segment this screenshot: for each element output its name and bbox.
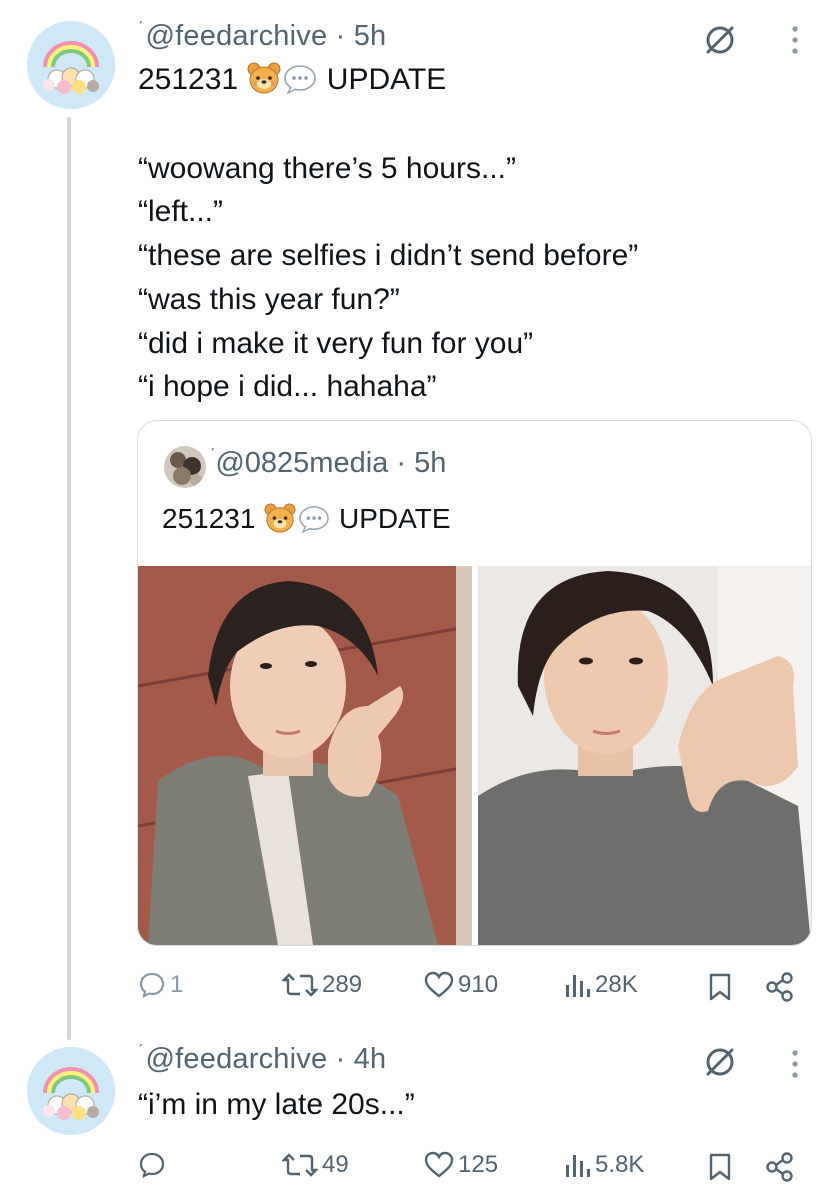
post-handle[interactable]: @feedarchive bbox=[146, 1043, 328, 1075]
bear-face-icon bbox=[264, 503, 296, 540]
repost-icon bbox=[282, 1153, 318, 1177]
dash-mark-icon: ˊ bbox=[138, 1043, 144, 1060]
repost-count: 49 bbox=[322, 1151, 349, 1178]
share-icon[interactable] bbox=[763, 971, 795, 1003]
quoted-handle[interactable]: @0825media bbox=[215, 447, 388, 479]
slash-circle-icon[interactable] bbox=[700, 1042, 740, 1082]
post-handle[interactable]: @feedarchive bbox=[146, 20, 328, 52]
heart-icon bbox=[424, 971, 454, 998]
like-count: 125 bbox=[458, 1151, 499, 1178]
dot-separator: · bbox=[388, 447, 415, 479]
post-text-line: “did i make it very fun for you” bbox=[138, 327, 534, 360]
avatar-image bbox=[27, 21, 115, 109]
reply-button[interactable]: 1 bbox=[138, 971, 183, 999]
dot-separator: · bbox=[327, 1043, 354, 1075]
repost-icon bbox=[282, 973, 318, 997]
views-chart-icon bbox=[566, 1155, 590, 1177]
post-author-header[interactable]: ˊ@feedarchive · 5h bbox=[138, 20, 386, 53]
bookmark-icon[interactable] bbox=[705, 1152, 735, 1182]
post-time[interactable]: 5h bbox=[354, 20, 387, 52]
reply-button[interactable] bbox=[138, 1151, 170, 1179]
like-button[interactable]: 910 bbox=[424, 971, 498, 999]
avatar[interactable] bbox=[27, 21, 115, 109]
dash-mark-icon: ˊ bbox=[138, 20, 144, 37]
post-author-header[interactable]: ˊ@feedarchive · 4h bbox=[138, 1043, 386, 1076]
views-count: 5.8K bbox=[595, 1151, 645, 1178]
post-text-line: “left...” bbox=[138, 195, 224, 228]
share-icon[interactable] bbox=[763, 1151, 795, 1183]
more-options-icon[interactable] bbox=[780, 22, 810, 58]
views-button[interactable]: 28K bbox=[563, 971, 638, 999]
post-text-line: “i hope i did... hahaha” bbox=[138, 370, 437, 403]
quoted-post-card[interactable]: ˊ@0825media · 5h 251231 UPDATE bbox=[137, 420, 812, 946]
avatar[interactable] bbox=[27, 1047, 115, 1135]
bookmark-icon[interactable] bbox=[705, 972, 735, 1002]
post-text-line: “these are selfies i didn’t send before” bbox=[138, 239, 639, 272]
repost-button[interactable]: 49 bbox=[282, 1151, 349, 1179]
reply-count: 1 bbox=[170, 971, 184, 998]
like-count: 910 bbox=[458, 971, 499, 998]
selfie-photo-1[interactable] bbox=[138, 566, 472, 945]
reply-icon bbox=[139, 972, 165, 999]
quoted-text: 251231 UPDATE bbox=[162, 503, 451, 540]
post-text-line: “was this year fun?” bbox=[138, 283, 400, 316]
post-time[interactable]: 4h bbox=[354, 1043, 387, 1075]
bear-face-icon bbox=[247, 62, 281, 106]
repost-count: 289 bbox=[322, 971, 363, 998]
post-text-title: 251231 UPDATE bbox=[138, 58, 446, 106]
dot-separator: · bbox=[327, 20, 354, 52]
thread-connector-line bbox=[67, 117, 71, 1040]
post-text-line: “woowang there’s 5 hours...” bbox=[138, 152, 516, 185]
selfie-photo-2[interactable] bbox=[478, 566, 811, 945]
slash-circle-icon[interactable] bbox=[700, 20, 740, 60]
post-text: “i’m in my late 20s...” bbox=[138, 1088, 415, 1121]
quoted-avatar[interactable] bbox=[164, 446, 206, 488]
views-chart-icon bbox=[566, 975, 590, 997]
more-options-icon[interactable] bbox=[780, 1046, 810, 1082]
quoted-time[interactable]: 5h bbox=[414, 447, 446, 479]
reply-icon bbox=[139, 1152, 165, 1179]
speech-bubble-icon bbox=[283, 63, 317, 106]
speech-bubble-icon bbox=[298, 505, 330, 540]
avatar-image bbox=[27, 1047, 115, 1135]
quoted-header[interactable]: ˊ@0825media · 5h bbox=[210, 447, 446, 480]
date-text: 251231 bbox=[138, 63, 239, 96]
update-text: UPDATE bbox=[326, 63, 447, 96]
views-button[interactable]: 5.8K bbox=[563, 1151, 644, 1179]
like-button[interactable]: 125 bbox=[424, 1151, 498, 1179]
quoted-date-text: 251231 bbox=[162, 503, 256, 534]
quoted-update-text: UPDATE bbox=[339, 503, 451, 534]
heart-icon bbox=[424, 1151, 454, 1178]
views-count: 28K bbox=[595, 971, 638, 998]
repost-button[interactable]: 289 bbox=[282, 971, 362, 999]
